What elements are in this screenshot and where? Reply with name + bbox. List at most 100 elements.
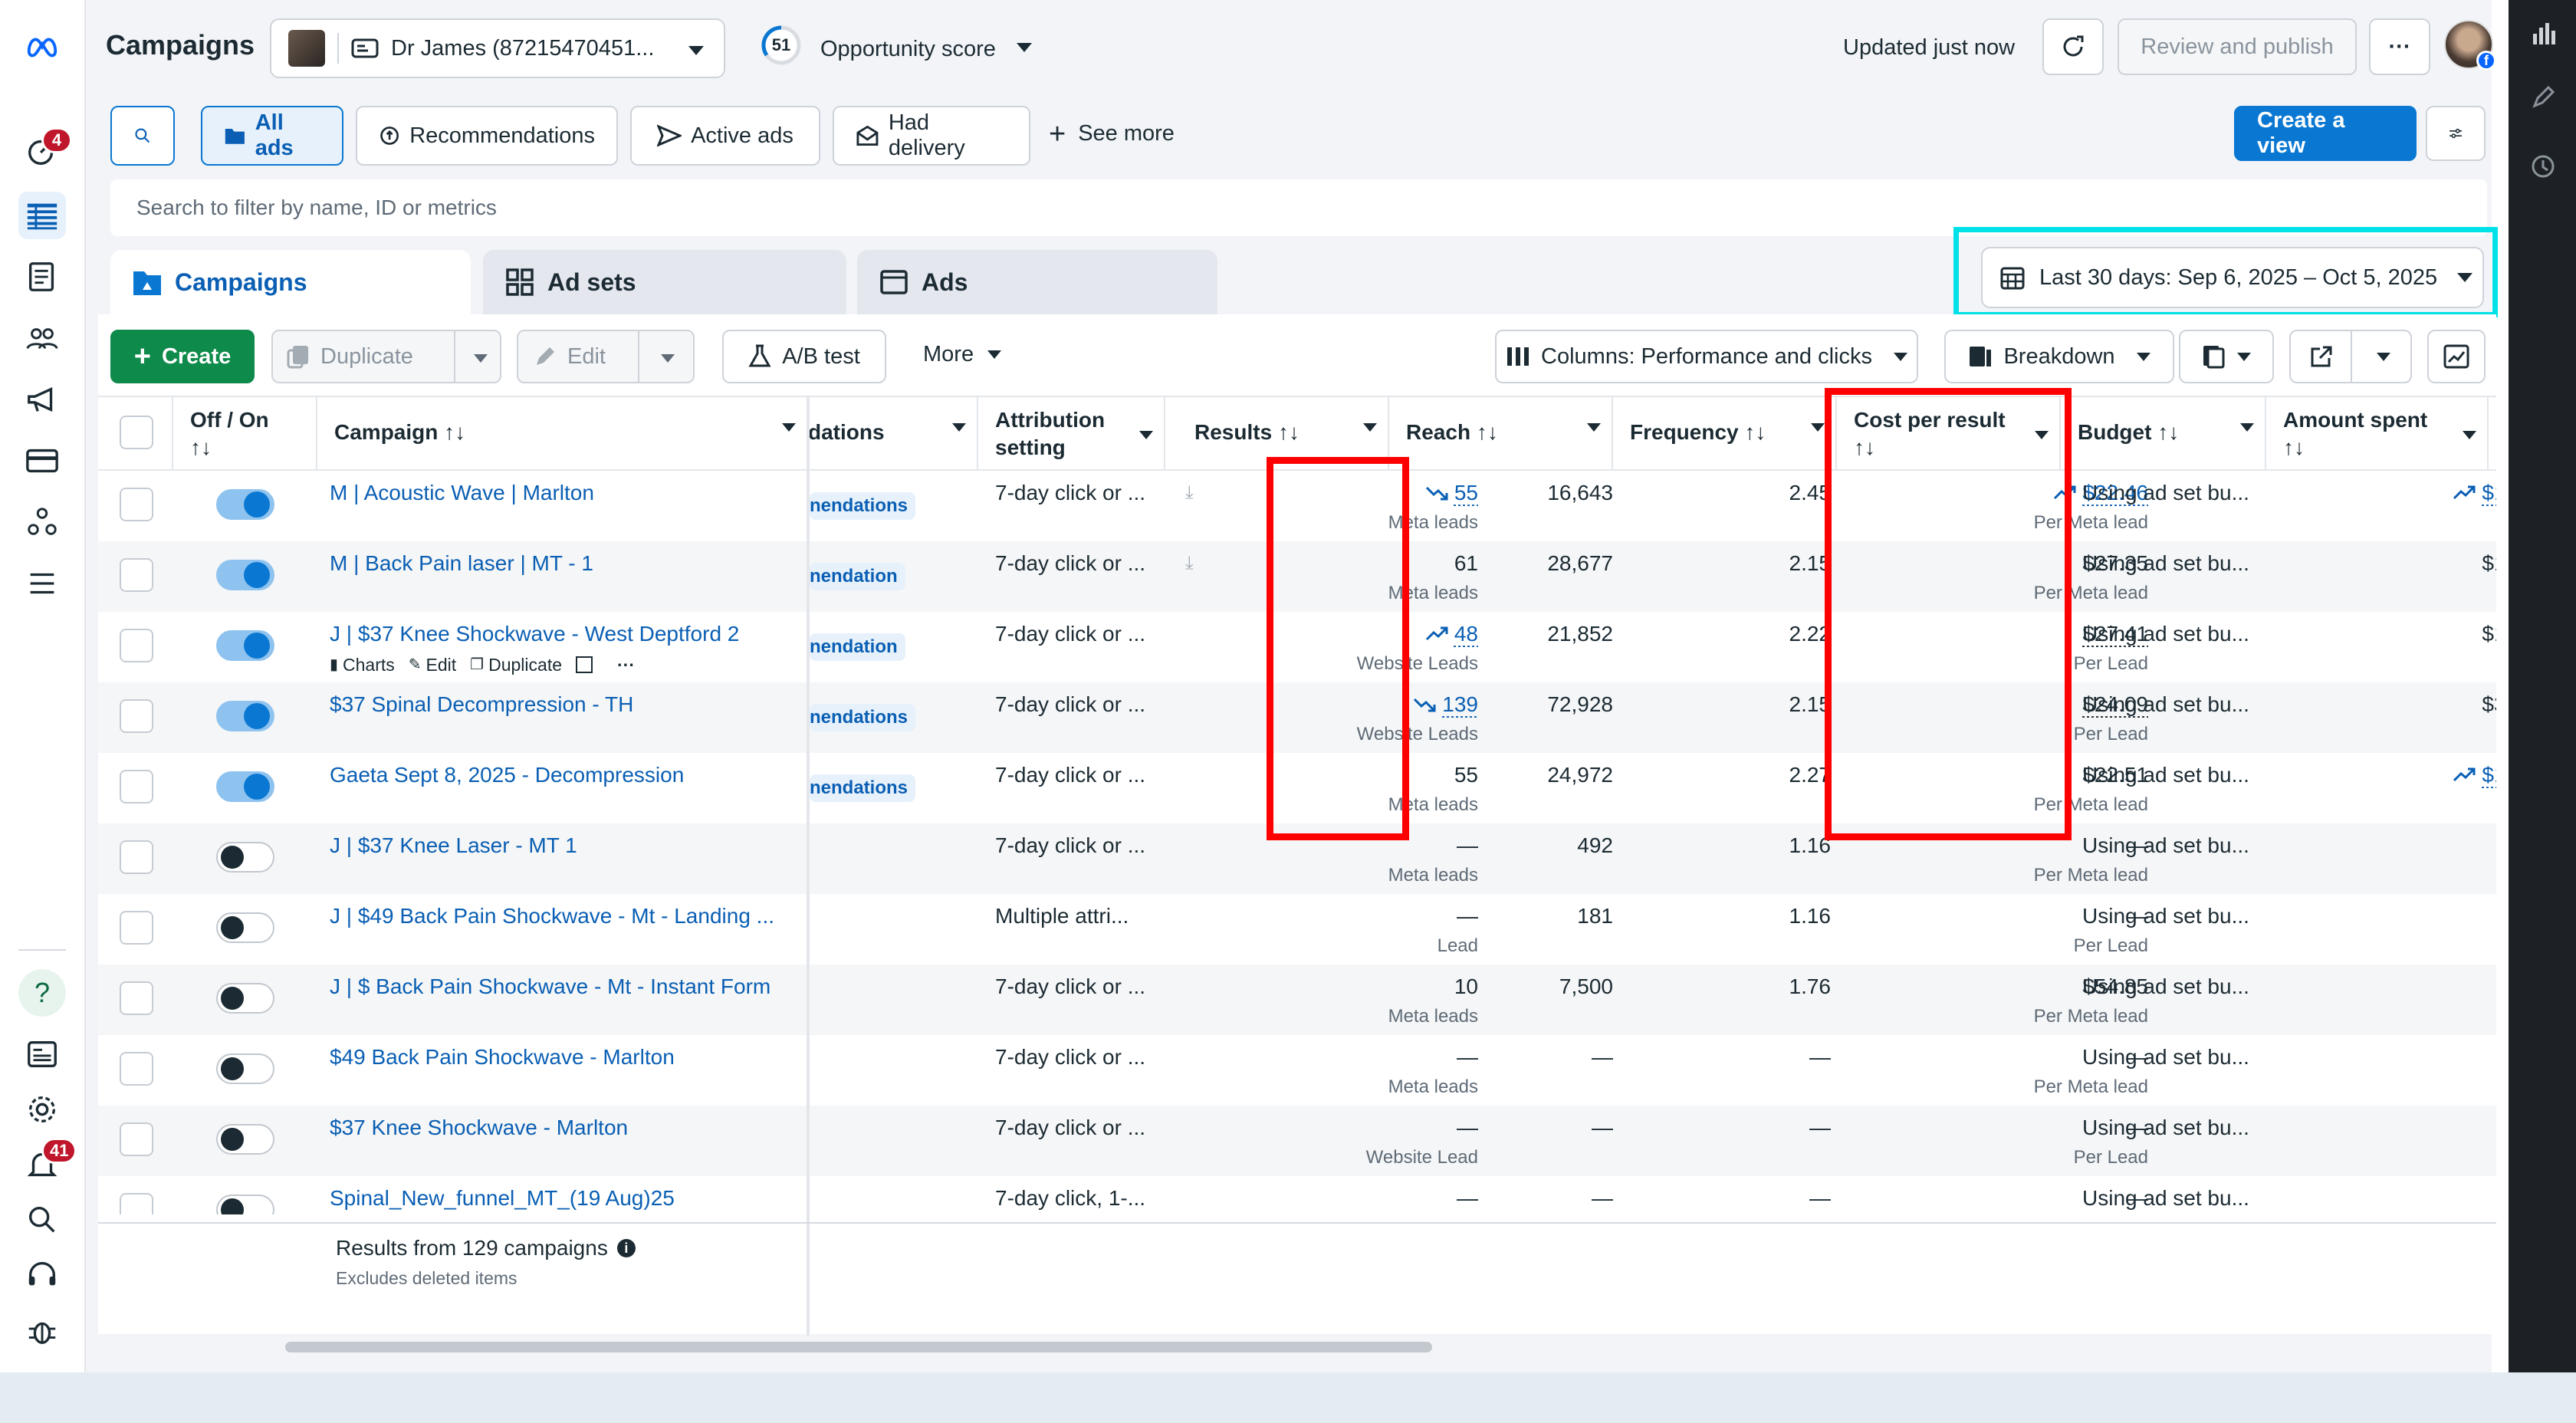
table-row[interactable]: $37 Knee Shockwave - Marlton 7-day click … [98, 1106, 2496, 1176]
edit-button[interactable]: Edit [517, 330, 695, 383]
row-more-button[interactable]: ··· [617, 652, 635, 678]
column-header-amount-spent[interactable]: Amount spent ↑↓ [2266, 396, 2489, 469]
row-checkbox[interactable] [120, 488, 153, 521]
campaign-name-link[interactable]: J | $37 Knee Laser - MT 1 [330, 833, 874, 859]
charts-toggle-button[interactable] [2427, 330, 2486, 383]
business-tools-icon[interactable] [18, 498, 66, 546]
duplicate-button[interactable]: Duplicate [271, 330, 501, 383]
ab-test-button[interactable]: A/B test [722, 330, 886, 383]
amount-spent-value[interactable]: $1,238.04 [2275, 762, 2496, 788]
review-publish-button[interactable]: Review and publish [2118, 18, 2357, 75]
column-header-recommendations[interactable]: dations [808, 396, 978, 469]
more-actions-dropdown[interactable]: More [923, 342, 1002, 367]
column-header-attribution[interactable]: Attribution setting [978, 396, 1165, 469]
row-checkbox[interactable] [120, 1052, 153, 1086]
column-header-offon[interactable]: Off / On ↑↓ [172, 396, 317, 469]
user-avatar[interactable]: f [2444, 20, 2496, 71]
campaign-name-link[interactable]: $49 Back Pain Shockwave - Marlton [330, 1044, 874, 1070]
row-checkbox[interactable] [120, 911, 153, 945]
campaign-name-link[interactable]: Gaeta Sept 8, 2025 - Decompression [330, 762, 874, 788]
campaign-toggle[interactable] [216, 701, 274, 731]
charts-action[interactable]: ▮ Charts [330, 652, 395, 678]
column-header-campaign[interactable]: Campaign ↑↓ [317, 396, 808, 469]
table-row[interactable]: J | $49 Back Pain Shockwave - Mt - Landi… [98, 894, 2496, 965]
support-headset-icon[interactable] [18, 1251, 66, 1299]
search-icon[interactable] [18, 1196, 66, 1244]
megaphone-icon[interactable] [18, 376, 66, 423]
row-checkbox[interactable] [120, 699, 153, 733]
chevron-down-icon[interactable] [1017, 43, 1032, 52]
row-checkbox[interactable] [120, 770, 153, 804]
campaign-toggle[interactable] [216, 560, 274, 590]
edit-action[interactable]: ✎ Edit [409, 652, 456, 678]
row-checkbox[interactable] [120, 981, 153, 1015]
recommendations-filter[interactable]: Recommendations [356, 106, 618, 166]
news-feed-icon[interactable] [18, 1030, 66, 1078]
create-view-button[interactable]: Create a view [2234, 106, 2417, 161]
campaign-toggle[interactable] [216, 983, 274, 1014]
row-checkbox[interactable] [120, 840, 153, 874]
tab-ad-sets[interactable]: Ad sets [483, 250, 846, 314]
billing-card-icon[interactable] [18, 437, 66, 485]
campaign-toggle[interactable] [216, 489, 274, 520]
campaign-name-link[interactable]: $37 Knee Shockwave - Marlton [330, 1115, 874, 1141]
tab-ads[interactable]: Ads [857, 250, 1217, 314]
campaign-name-link[interactable]: M | Acoustic Wave | Marlton [330, 480, 874, 506]
duplicate-action[interactable]: ❐ Duplicate [470, 652, 562, 678]
campaign-name-link[interactable]: Spinal_New_funnel_MT_(19 Aug)25 [330, 1185, 874, 1211]
recommendation-pill[interactable]: nendations [810, 774, 916, 802]
view-settings-button[interactable] [2426, 106, 2486, 161]
reports-icon[interactable] [18, 253, 66, 301]
horizontal-scrollbar[interactable] [285, 1342, 1432, 1352]
recommendation-pill[interactable]: nendations [810, 492, 916, 520]
row-checkbox[interactable] [120, 1193, 153, 1214]
campaign-name-link[interactable]: M | Back Pain laser | MT - 1 [330, 550, 874, 577]
see-more-filters[interactable]: + See more [1049, 120, 1175, 149]
info-icon[interactable]: i [616, 1239, 636, 1257]
audiences-icon[interactable] [18, 314, 66, 362]
recommendation-pill[interactable]: nendations [810, 704, 916, 731]
column-header-frequency[interactable]: Frequency ↑↓ [1613, 396, 1837, 469]
campaign-toggle[interactable] [216, 1124, 274, 1155]
column-header-reach[interactable]: Reach ↑↓ [1389, 396, 1613, 469]
bug-report-icon[interactable] [18, 1306, 66, 1354]
campaign-toggle[interactable] [216, 842, 274, 873]
account-selector[interactable]: Dr James (87215470451... [270, 18, 725, 78]
had-delivery-filter[interactable]: Had delivery [833, 106, 1030, 166]
publish-icon[interactable] [576, 656, 593, 673]
campaign-name-link[interactable]: $37 Spinal Decompression - TH [330, 692, 874, 718]
amount-spent-value[interactable]: $1,235.10 [2275, 480, 2496, 506]
row-checkbox[interactable] [120, 1122, 153, 1156]
campaign-name-link[interactable]: J | $ Back Pain Shockwave - Mt - Instant… [330, 974, 874, 1000]
search-button[interactable] [110, 106, 175, 166]
create-button[interactable]: + Create [110, 330, 255, 383]
campaign-toggle[interactable] [216, 1195, 274, 1214]
campaigns-table-icon[interactable] [18, 192, 66, 239]
breakdown-selector[interactable]: Breakdown [1944, 330, 2174, 383]
columns-selector[interactable]: Columns: Performance and clicks [1495, 330, 1918, 383]
history-clock-icon[interactable] [2530, 153, 2556, 183]
hamburger-menu-icon[interactable] [18, 560, 66, 607]
chart-bars-icon[interactable] [2532, 20, 2556, 53]
column-header-budget[interactable]: Budget ↑↓ [2061, 396, 2266, 469]
settings-gear-icon[interactable] [18, 1086, 66, 1133]
table-row[interactable]: $49 Back Pain Shockwave - Marlton 7-day c… [98, 1035, 2496, 1106]
campaign-toggle[interactable] [216, 771, 274, 802]
help-icon[interactable]: ? [18, 969, 66, 1017]
more-options-button[interactable]: ··· [2369, 18, 2430, 75]
campaign-name-link[interactable]: J | $49 Back Pain Shockwave - Mt - Landi… [330, 903, 874, 929]
all-ads-filter[interactable]: All ads [201, 106, 343, 166]
campaign-toggle[interactable] [216, 630, 274, 661]
opportunity-score-gauge[interactable]: 51 [761, 25, 802, 66]
recommendation-pill[interactable]: nendation [810, 633, 905, 661]
campaign-name-link[interactable]: J | $37 Knee Shockwave - West Deptford 2 [330, 621, 874, 647]
reports-dropdown[interactable] [2179, 330, 2274, 383]
row-checkbox[interactable] [120, 629, 153, 662]
row-checkbox[interactable] [120, 558, 153, 592]
active-ads-filter[interactable]: Active ads [630, 106, 820, 166]
pencil-icon[interactable] [2530, 84, 2556, 114]
recommendation-pill[interactable]: nendation [810, 563, 905, 590]
tab-campaigns[interactable]: Campaigns [110, 250, 471, 314]
opportunity-score-label[interactable]: Opportunity score [820, 37, 996, 62]
campaign-toggle[interactable] [216, 1053, 274, 1084]
